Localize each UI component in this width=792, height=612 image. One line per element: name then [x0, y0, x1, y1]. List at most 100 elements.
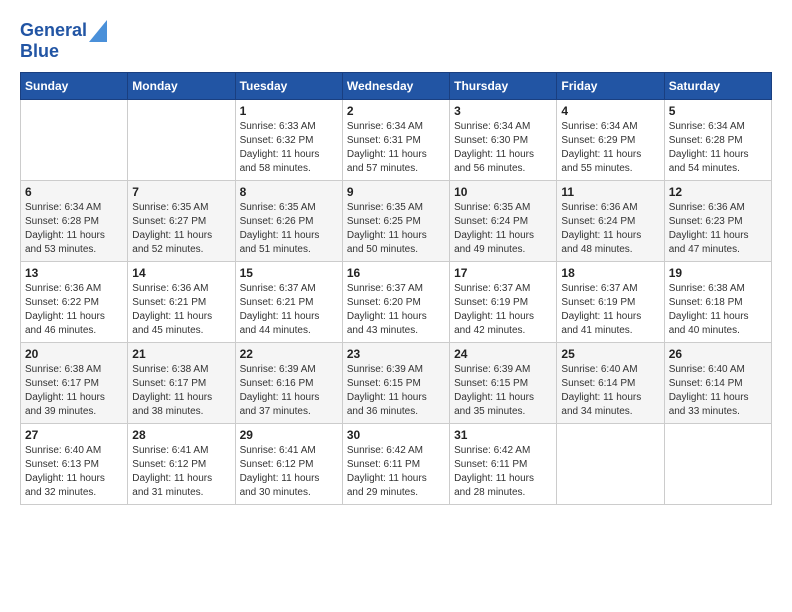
calendar-row: 27 Sunrise: 6:40 AMSunset: 6:13 PMDayligh… [21, 423, 772, 504]
day-number: 15 [240, 266, 338, 280]
day-number: 16 [347, 266, 445, 280]
calendar-cell: 11Sunrise: 6:36 AMSunset: 6:24 PMDayligh… [557, 180, 664, 261]
day-info: Sunrise: 6:42 AMSunset: 6:11 PMDaylight:… [347, 444, 445, 500]
calendar-cell: 16 Sunrise: 6:37 AMSunset: 6:20 PMDayligh… [342, 261, 449, 342]
day-info: Sunrise: 6:39 AMSunset: 6:15 PMDaylight:… [454, 363, 552, 419]
calendar-cell: 3 Sunrise: 6:34 AMSunset: 6:30 PMDaylight… [450, 99, 557, 180]
calendar-cell: 17 Sunrise: 6:37 AMSunset: 6:19 PMDayligh… [450, 261, 557, 342]
calendar-cell: 24 Sunrise: 6:39 AMSunset: 6:15 PMDayligh… [450, 342, 557, 423]
weekday-header: Sunday [21, 72, 128, 99]
day-number: 24 [454, 347, 552, 361]
day-number: 10 [454, 185, 552, 199]
day-number: 5 [669, 104, 767, 118]
day-info: Sunrise: 6:37 AMSunset: 6:19 PMDaylight:… [454, 282, 552, 338]
weekday-header: Tuesday [235, 72, 342, 99]
calendar-cell: 15 Sunrise: 6:37 AMSunset: 6:21 PMDayligh… [235, 261, 342, 342]
day-number: 1 [240, 104, 338, 118]
day-number: 26 [669, 347, 767, 361]
calendar-cell: 25 Sunrise: 6:40 AMSunset: 6:14 PMDayligh… [557, 342, 664, 423]
day-info: Sunrise: 6:35 AMSunset: 6:26 PMDaylight:… [240, 201, 338, 257]
calendar-cell: 8Sunrise: 6:35 AMSunset: 6:26 PMDaylight… [235, 180, 342, 261]
day-info: Sunrise: 6:41 AMSunset: 6:12 PMDaylight:… [132, 444, 230, 500]
calendar-cell: 30 Sunrise: 6:42 AMSunset: 6:11 PMDayligh… [342, 423, 449, 504]
day-info: Sunrise: 6:34 AMSunset: 6:28 PMDaylight:… [669, 120, 767, 176]
calendar-header: SundayMondayTuesdayWednesdayThursdayFrid… [21, 72, 772, 99]
calendar-cell: 20Sunrise: 6:38 AMSunset: 6:17 PMDayligh… [21, 342, 128, 423]
day-info: Sunrise: 6:34 AMSunset: 6:29 PMDaylight:… [561, 120, 659, 176]
day-info: Sunrise: 6:36 AMSunset: 6:21 PMDaylight:… [132, 282, 230, 338]
day-info: Sunrise: 6:34 AMSunset: 6:28 PMDaylight:… [25, 201, 123, 257]
calendar-cell: 21 Sunrise: 6:38 AMSunset: 6:17 PMDayligh… [128, 342, 235, 423]
weekday-header: Friday [557, 72, 664, 99]
day-info: Sunrise: 6:36 AMSunset: 6:22 PMDaylight:… [25, 282, 123, 338]
day-number: 2 [347, 104, 445, 118]
weekday-header: Saturday [664, 72, 771, 99]
logo-text: General [20, 21, 87, 41]
calendar-cell: 18 Sunrise: 6:37 AMSunset: 6:19 PMDayligh… [557, 261, 664, 342]
day-info: Sunrise: 6:37 AMSunset: 6:21 PMDaylight:… [240, 282, 338, 338]
calendar-cell: 5 Sunrise: 6:34 AMSunset: 6:28 PMDaylight… [664, 99, 771, 180]
calendar-cell: 1 Sunrise: 6:33 AMSunset: 6:32 PMDaylight… [235, 99, 342, 180]
calendar-row: 13 Sunrise: 6:36 AMSunset: 6:22 PMDayligh… [21, 261, 772, 342]
day-number: 4 [561, 104, 659, 118]
calendar-table: SundayMondayTuesdayWednesdayThursdayFrid… [20, 72, 772, 505]
calendar-cell: 13 Sunrise: 6:36 AMSunset: 6:22 PMDayligh… [21, 261, 128, 342]
day-info: Sunrise: 6:38 AMSunset: 6:17 PMDaylight:… [132, 363, 230, 419]
day-info: Sunrise: 6:41 AMSunset: 6:12 PMDaylight:… [240, 444, 338, 500]
day-number: 25 [561, 347, 659, 361]
calendar-cell: 19 Sunrise: 6:38 AMSunset: 6:18 PMDayligh… [664, 261, 771, 342]
day-number: 3 [454, 104, 552, 118]
calendar-row: 20Sunrise: 6:38 AMSunset: 6:17 PMDayligh… [21, 342, 772, 423]
day-number: 28 [132, 428, 230, 442]
day-info: Sunrise: 6:40 AMSunset: 6:14 PMDaylight:… [669, 363, 767, 419]
day-info: Sunrise: 6:37 AMSunset: 6:20 PMDaylight:… [347, 282, 445, 338]
logo-icon [89, 20, 107, 42]
calendar-cell: 27 Sunrise: 6:40 AMSunset: 6:13 PMDayligh… [21, 423, 128, 504]
day-number: 23 [347, 347, 445, 361]
day-number: 27 [25, 428, 123, 442]
day-info: Sunrise: 6:33 AMSunset: 6:32 PMDaylight:… [240, 120, 338, 176]
calendar-row: 6Sunrise: 6:34 AMSunset: 6:28 PMDaylight… [21, 180, 772, 261]
calendar-cell: 28 Sunrise: 6:41 AMSunset: 6:12 PMDayligh… [128, 423, 235, 504]
day-number: 30 [347, 428, 445, 442]
day-info: Sunrise: 6:37 AMSunset: 6:19 PMDaylight:… [561, 282, 659, 338]
page-header: General Blue [20, 20, 772, 62]
day-number: 29 [240, 428, 338, 442]
day-info: Sunrise: 6:40 AMSunset: 6:14 PMDaylight:… [561, 363, 659, 419]
calendar-cell: 6Sunrise: 6:34 AMSunset: 6:28 PMDaylight… [21, 180, 128, 261]
day-number: 31 [454, 428, 552, 442]
weekday-header: Thursday [450, 72, 557, 99]
calendar-cell [128, 99, 235, 180]
weekday-header: Wednesday [342, 72, 449, 99]
calendar-cell: 23Sunrise: 6:39 AMSunset: 6:15 PMDayligh… [342, 342, 449, 423]
day-number: 17 [454, 266, 552, 280]
calendar-row: 1 Sunrise: 6:33 AMSunset: 6:32 PMDaylight… [21, 99, 772, 180]
day-number: 21 [132, 347, 230, 361]
day-number: 12 [669, 185, 767, 199]
day-info: Sunrise: 6:35 AMSunset: 6:25 PMDaylight:… [347, 201, 445, 257]
calendar-cell: 7Sunrise: 6:35 AMSunset: 6:27 PMDaylight… [128, 180, 235, 261]
day-number: 19 [669, 266, 767, 280]
day-number: 7 [132, 185, 230, 199]
calendar-cell [664, 423, 771, 504]
calendar-cell: 26 Sunrise: 6:40 AMSunset: 6:14 PMDayligh… [664, 342, 771, 423]
calendar-cell: 14 Sunrise: 6:36 AMSunset: 6:21 PMDayligh… [128, 261, 235, 342]
day-number: 14 [132, 266, 230, 280]
weekday-header: Monday [128, 72, 235, 99]
day-info: Sunrise: 6:35 AMSunset: 6:24 PMDaylight:… [454, 201, 552, 257]
calendar-cell [557, 423, 664, 504]
day-number: 18 [561, 266, 659, 280]
day-info: Sunrise: 6:36 AMSunset: 6:24 PMDaylight:… [561, 201, 659, 257]
day-info: Sunrise: 6:40 AMSunset: 6:13 PMDaylight:… [25, 444, 123, 500]
day-info: Sunrise: 6:38 AMSunset: 6:18 PMDaylight:… [669, 282, 767, 338]
calendar-cell: 2Sunrise: 6:34 AMSunset: 6:31 PMDaylight… [342, 99, 449, 180]
logo-text-blue: Blue [20, 42, 109, 62]
day-info: Sunrise: 6:42 AMSunset: 6:11 PMDaylight:… [454, 444, 552, 500]
day-info: Sunrise: 6:34 AMSunset: 6:30 PMDaylight:… [454, 120, 552, 176]
calendar-body: 1 Sunrise: 6:33 AMSunset: 6:32 PMDaylight… [21, 99, 772, 504]
logo: General Blue [20, 20, 109, 62]
calendar-cell: 29 Sunrise: 6:41 AMSunset: 6:12 PMDayligh… [235, 423, 342, 504]
day-number: 13 [25, 266, 123, 280]
day-number: 9 [347, 185, 445, 199]
calendar-cell: 4 Sunrise: 6:34 AMSunset: 6:29 PMDaylight… [557, 99, 664, 180]
